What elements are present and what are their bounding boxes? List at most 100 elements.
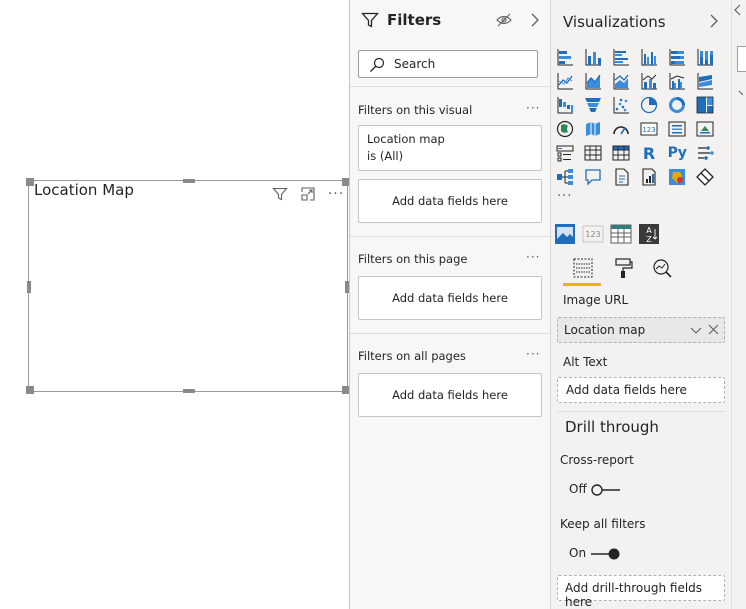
collapse-filters-icon[interactable] xyxy=(530,12,540,31)
drill-through-title: Drill through xyxy=(565,418,659,436)
search-icon xyxy=(369,57,385,76)
qna-icon[interactable] xyxy=(583,167,603,187)
filters-on-page-label: Filters on this page xyxy=(358,252,468,266)
divider xyxy=(350,236,550,237)
analytics-tab-icon[interactable] xyxy=(650,256,674,280)
matrix-icon[interactable] xyxy=(611,143,631,163)
collapse-fields-icon[interactable] xyxy=(734,4,742,19)
more-visuals-icon[interactable]: ··· xyxy=(557,189,572,204)
cross-report-state: Off xyxy=(569,482,587,496)
filter-card-field: Location map xyxy=(367,132,445,146)
slicer-icon[interactable] xyxy=(555,143,575,163)
report-canvas[interactable]: Location Map ··· xyxy=(0,0,350,609)
stacked-area-chart-icon[interactable] xyxy=(611,71,631,91)
py-letters: Py xyxy=(667,145,687,161)
card-icon[interactable]: 123 xyxy=(639,119,659,139)
keep-all-filters-label: Keep all filters xyxy=(560,517,646,531)
clustered-bar-chart-icon[interactable] xyxy=(611,47,631,67)
chevron-down-icon[interactable] xyxy=(738,86,746,100)
location-map-visual[interactable]: Location Map ··· xyxy=(26,178,350,394)
image-visual-icon[interactable] xyxy=(553,222,577,246)
pie-chart-icon[interactable] xyxy=(639,95,659,115)
filters-on-visual-more-icon[interactable]: ··· xyxy=(526,101,540,115)
alt-text-label: Alt Text xyxy=(563,355,608,369)
resize-handle-top[interactable] xyxy=(183,179,195,183)
paginated-report-icon[interactable] xyxy=(611,167,631,187)
scatter-chart-icon[interactable] xyxy=(611,95,631,115)
svg-text:A: A xyxy=(646,226,652,235)
resize-handle-top-left[interactable] xyxy=(26,178,34,186)
filter-funnel-icon xyxy=(361,11,379,32)
r-script-visual-icon[interactable]: R xyxy=(639,143,659,163)
table-icon[interactable] xyxy=(583,143,603,163)
python-visual-icon[interactable]: Py xyxy=(667,143,687,163)
number-card-icon[interactable]: 123 xyxy=(581,222,605,246)
active-tab-indicator xyxy=(563,283,601,286)
smart-narrative-icon[interactable] xyxy=(639,167,659,187)
alt-text-field-well[interactable]: Add data fields here xyxy=(557,377,725,403)
filters-on-all-pages-more-icon[interactable]: ··· xyxy=(526,347,540,361)
funnel-icon[interactable] xyxy=(583,95,603,115)
kpi-icon[interactable] xyxy=(695,119,715,139)
100-stacked-column-chart-icon[interactable] xyxy=(695,47,715,67)
filter-search-input[interactable]: Search xyxy=(358,50,538,78)
filter-icon[interactable] xyxy=(271,185,289,203)
keep-all-filters-state: On xyxy=(569,546,587,560)
resize-handle-bottom[interactable] xyxy=(183,389,195,393)
arcgis-map-icon[interactable] xyxy=(667,167,687,187)
filter-card-location-map[interactable]: Location map is (All) xyxy=(358,125,542,171)
waterfall-chart-icon[interactable] xyxy=(555,95,575,115)
focus-mode-icon[interactable] xyxy=(299,185,317,203)
filter-card-state: is (All) xyxy=(367,149,404,163)
divider xyxy=(350,333,550,334)
chevron-down-icon[interactable] xyxy=(690,325,702,339)
filters-on-page-more-icon[interactable]: ··· xyxy=(526,250,540,264)
filters-on-all-pages-drop-zone[interactable]: Add data fields here xyxy=(358,373,542,417)
more-options-icon[interactable]: ··· xyxy=(327,185,345,203)
ribbon-chart-icon[interactable] xyxy=(695,71,715,91)
collapse-visualizations-icon[interactable] xyxy=(709,13,719,32)
resize-handle-bottom-left[interactable] xyxy=(26,386,34,394)
svg-text:Z: Z xyxy=(646,235,652,244)
multi-row-card-icon[interactable] xyxy=(667,119,687,139)
r-letter: R xyxy=(642,143,656,163)
power-apps-icon[interactable] xyxy=(695,167,715,187)
key-influencers-icon[interactable] xyxy=(695,143,715,163)
filled-map-icon[interactable] xyxy=(583,119,603,139)
cross-report-toggle[interactable]: Off xyxy=(569,481,629,499)
filters-on-page-drop-zone[interactable]: Add data fields here xyxy=(358,276,542,320)
sort-az-icon[interactable]: AZ xyxy=(637,222,661,246)
clustered-column-chart-icon[interactable] xyxy=(639,47,659,67)
toggle-on-icon xyxy=(589,546,621,565)
stacked-column-chart-icon[interactable] xyxy=(583,47,603,67)
fields-pane-collapsed xyxy=(731,0,746,609)
gauge-icon[interactable] xyxy=(611,119,631,139)
fields-search-input[interactable] xyxy=(737,46,746,72)
area-chart-icon[interactable] xyxy=(583,71,603,91)
divider xyxy=(557,411,725,412)
keep-all-filters-toggle[interactable]: On xyxy=(569,545,629,563)
treemap-icon[interactable] xyxy=(695,95,715,115)
eye-hide-icon[interactable] xyxy=(496,13,512,30)
image-url-field-well[interactable]: Location map xyxy=(557,317,725,343)
table-visual-icon[interactable] xyxy=(609,222,633,246)
filters-header: Filters xyxy=(350,0,550,40)
fields-tab-icon[interactable] xyxy=(571,256,595,280)
filters-on-visual-label: Filters on this visual xyxy=(358,103,473,117)
line-and-stacked-column-icon[interactable] xyxy=(639,71,659,91)
donut-chart-icon[interactable] xyxy=(667,95,687,115)
line-chart-icon[interactable] xyxy=(555,71,575,91)
resize-handle-left[interactable] xyxy=(27,281,31,293)
format-tab-icon[interactable] xyxy=(611,256,635,280)
line-and-clustered-column-icon[interactable] xyxy=(667,71,687,91)
remove-field-icon[interactable] xyxy=(708,324,719,338)
map-icon[interactable] xyxy=(555,119,575,139)
stacked-bar-chart-icon[interactable] xyxy=(555,47,575,67)
filters-title: Filters xyxy=(387,11,442,29)
drill-through-field-well[interactable]: Add drill-through fields here xyxy=(557,575,725,609)
decomposition-tree-icon[interactable] xyxy=(555,167,575,187)
cross-report-label: Cross-report xyxy=(560,453,634,467)
100-stacked-bar-chart-icon[interactable] xyxy=(667,47,687,67)
filters-on-visual-drop-zone[interactable]: Add data fields here xyxy=(358,179,542,223)
divider xyxy=(350,86,550,87)
